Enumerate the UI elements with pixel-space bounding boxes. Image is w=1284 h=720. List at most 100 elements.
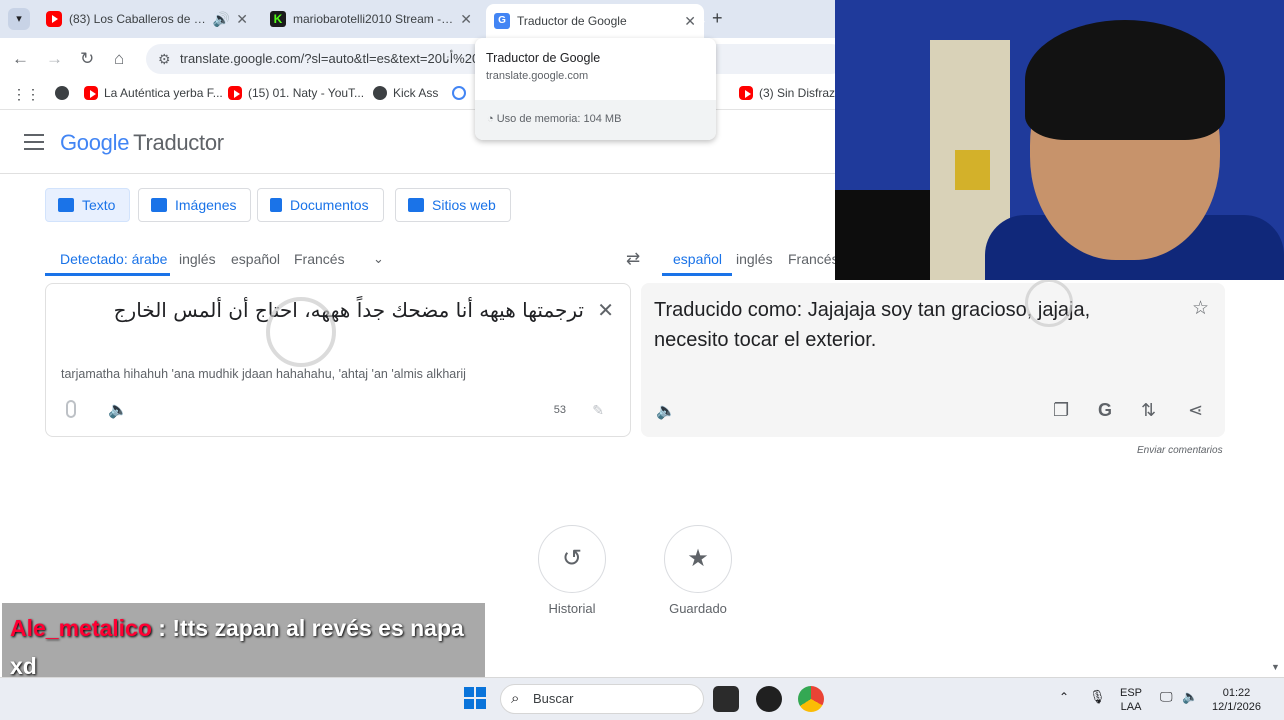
google-translate-logo[interactable]: Google Traductor (60, 130, 224, 156)
source-lang-option[interactable]: inglés (179, 251, 216, 267)
listen-source-icon[interactable]: 🔈 (108, 400, 128, 420)
hover-card-title: Traductor de Google (486, 51, 601, 65)
webcam-chair (835, 190, 930, 280)
language-indicator[interactable]: ESP LAA (1120, 686, 1142, 714)
saved-label: Guardado (669, 601, 727, 616)
loading-spinner (1025, 279, 1073, 327)
webcam-trophy (955, 150, 990, 190)
history-icon: ↺ (561, 545, 583, 572)
chat-username: Ale_metalico (10, 615, 152, 641)
chrome-app-icon[interactable] (798, 686, 824, 712)
rate-translation-icon[interactable]: ⇅ (1141, 400, 1156, 421)
microphone-icon[interactable] (66, 400, 76, 418)
mode-label: Documentos (290, 197, 369, 213)
youtube-icon (739, 86, 753, 100)
menu-icon[interactable] (24, 134, 44, 150)
target-lang-option[interactable]: Francés (788, 251, 839, 267)
close-tab-icon[interactable]: ✕ (236, 11, 248, 28)
bookmark-item[interactable]: (15) 01. Naty - YouT... (228, 86, 364, 100)
reload-icon[interactable]: ↻ (80, 49, 94, 69)
hover-card-url: translate.google.com (486, 70, 589, 82)
webcam-hair (1025, 20, 1225, 140)
clock-date: 12/1/2026 (1212, 701, 1261, 713)
source-lang-underline (45, 273, 170, 276)
target-lang-underline (662, 273, 732, 276)
bookmark-item[interactable]: La Auténtica yerba F... (84, 86, 223, 100)
google-translate-icon: G (494, 13, 510, 29)
product-name: Traductor (133, 130, 224, 155)
bookmark-google[interactable] (452, 86, 472, 100)
new-tab-button[interactable]: + (712, 8, 723, 29)
windows-start-icon[interactable] (464, 687, 486, 709)
source-textarea[interactable]: ترجمتها هيهه أنا مضحك جداً هههه، احتاج أ… (114, 298, 584, 322)
youtube-icon (46, 11, 62, 27)
back-icon[interactable]: ← (12, 49, 29, 69)
scroll-down-icon[interactable]: ▼ (1271, 662, 1280, 672)
share-icon[interactable]: ⋖ (1188, 400, 1203, 421)
screen: ▾ (83) Los Caballeros de la Qu 🔊 ✕ K mar… (0, 0, 1284, 720)
swap-languages-icon[interactable]: ⇄ (626, 249, 640, 269)
tab-google-translate[interactable]: G Traductor de Google ✕ (486, 4, 704, 38)
mode-websites-button[interactable]: Sitios web (395, 188, 511, 222)
copy-icon[interactable]: ❐ (1053, 400, 1069, 421)
tab-youtube[interactable]: (83) Los Caballeros de la Qu 🔊 ✕ (38, 4, 256, 34)
source-panel: ترجمتها هيهه أنا مضحك جداً هههه، احتاج أ… (45, 283, 631, 437)
source-lang-more-chevron-icon[interactable]: ⌄ (373, 251, 384, 267)
bookmark-label: (3) Sin Disfraz - (759, 86, 843, 100)
clear-source-icon[interactable]: ✕ (597, 298, 614, 323)
volume-icon[interactable]: 🔈 (1182, 690, 1198, 704)
search-icon: ⌕ (511, 690, 520, 707)
site-info-icon[interactable]: ⚙ (158, 44, 171, 74)
kick-icon: K (270, 11, 286, 27)
edit-icon[interactable]: ✎ (592, 402, 604, 419)
obs-app-icon[interactable] (756, 686, 782, 712)
source-lang-detected[interactable]: Detectado: árabe (60, 251, 167, 267)
webcam-overlay (835, 0, 1284, 280)
send-feedback-link[interactable]: Enviar comentarios (1137, 445, 1223, 456)
google-icon (452, 86, 466, 100)
tab-title: (83) Los Caballeros de la Qu (69, 12, 207, 26)
target-lang-option[interactable]: inglés (736, 251, 773, 267)
listen-translation-icon[interactable]: 🔈 (656, 401, 676, 421)
tray-overflow-icon[interactable]: ⌃ (1059, 690, 1069, 704)
transliteration: tarjamatha hihahuh 'ana mudhik jdaan hah… (61, 367, 466, 381)
loading-spinner (266, 297, 336, 367)
mode-label: Texto (82, 197, 116, 213)
tab-kick[interactable]: K mariobarotelli2010 Stream - W ✕ (262, 4, 480, 34)
chat-overlay: Ale_metalico : !tts zapan al revés es na… (2, 603, 485, 686)
mode-text-button[interactable]: Texto (45, 188, 131, 222)
close-tab-icon[interactable]: ✕ (460, 11, 472, 28)
task-view-icon[interactable] (713, 686, 739, 712)
apps-icon[interactable]: ⋮⋮ (12, 86, 40, 103)
bookmark-item[interactable]: Kick Ass (373, 86, 438, 100)
youtube-icon (228, 86, 242, 100)
taskbar-search[interactable]: ⌕ Buscar (500, 684, 704, 714)
google-search-icon[interactable]: G (1098, 400, 1112, 421)
source-lang-option[interactable]: español (231, 251, 280, 267)
microphone-tray-icon[interactable]: 🎙 (1089, 690, 1106, 704)
tab-title: Traductor de Google (517, 14, 627, 28)
save-translation-star-icon[interactable]: ☆ (1192, 297, 1209, 320)
mode-images-button[interactable]: Imágenes (138, 188, 252, 222)
globe-icon (55, 86, 69, 100)
tab-search-chevron-icon[interactable]: ▾ (8, 8, 30, 30)
audio-icon[interactable]: 🔊 (213, 11, 230, 28)
star-icon: ★ (687, 545, 709, 572)
taskbar: ⌕ Buscar ⌃ 🎙 ESP LAA 🖵 🔈 01:22 12/1/2026 (0, 677, 1284, 720)
translate-icon (58, 198, 74, 212)
target-lang-selected[interactable]: español (673, 251, 722, 267)
mode-documents-button[interactable]: Documentos (257, 188, 384, 222)
search-placeholder: Buscar (533, 691, 574, 706)
forward-icon[interactable]: → (46, 49, 63, 69)
mode-label: Imágenes (175, 197, 237, 213)
website-icon (408, 198, 424, 212)
home-icon[interactable]: ⌂ (114, 49, 124, 69)
history-button[interactable]: ↺ (538, 525, 606, 593)
bookmark-item[interactable]: (3) Sin Disfraz - (739, 86, 842, 100)
saved-button[interactable]: ★ (664, 525, 732, 593)
network-icon[interactable]: 🖵 (1160, 690, 1173, 704)
bookmark-globe[interactable] (55, 86, 75, 100)
clock[interactable]: 01:22 12/1/2026 (1212, 686, 1261, 714)
translation-output: Traducido como: Jajajaja soy tan gracios… (654, 299, 1091, 351)
source-lang-option[interactable]: Francés (294, 251, 345, 267)
